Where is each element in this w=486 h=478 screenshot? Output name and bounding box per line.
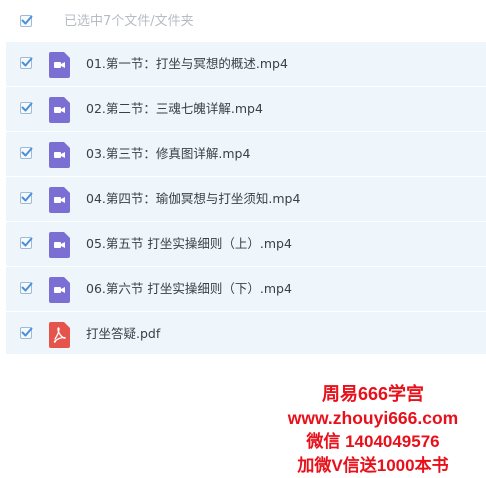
check-icon [21,102,33,112]
check-icon [21,327,33,337]
video-file-icon [49,142,70,168]
file-row[interactable]: 05.第五节 打坐实操细则（上）.mp4 [6,222,486,267]
file-name[interactable]: 02.第二节：三魂七魄详解.mp4 [86,100,263,118]
file-name[interactable]: 打坐答疑.pdf [86,325,160,343]
watermark-line: www.zhouyi666.com [287,408,459,428]
video-file-icon [49,97,70,123]
video-file-icon [49,232,70,258]
check-icon [21,282,33,292]
file-row[interactable]: 06.第六节 打坐实操细则（下）.mp4 [6,267,486,312]
watermark-line: 微信 1404049576 [306,432,440,451]
file-row[interactable]: 02.第二节：三魂七魄详解.mp4 [6,87,486,132]
selection-header: 已选中7个文件/文件夹 [0,0,486,42]
file-name[interactable]: 05.第五节 打坐实操细则（上）.mp4 [86,235,292,253]
check-icon [21,57,33,67]
check-icon [21,237,33,247]
file-checkbox[interactable] [20,327,33,339]
file-row[interactable]: 01.第一节：打坐与冥想的概述.mp4 [6,42,486,87]
file-checkbox[interactable] [20,192,33,204]
video-file-icon [49,277,70,303]
video-file-icon [49,187,70,213]
watermark: 周易666学宫 www.zhouyi666.com 微信 1404049576 … [260,382,486,478]
file-checkbox[interactable] [20,147,33,159]
file-name[interactable]: 01.第一节：打坐与冥想的概述.mp4 [86,55,288,73]
pdf-file-icon [49,322,70,348]
check-icon [21,147,33,157]
file-name[interactable]: 03.第三节：修真图详解.mp4 [86,145,250,163]
file-row[interactable]: 打坐答疑.pdf [6,312,486,357]
file-name[interactable]: 06.第六节 打坐实操细则（下）.mp4 [86,280,292,298]
file-row[interactable]: 04.第四节：瑜伽冥想与打坐须知.mp4 [6,177,486,222]
video-file-icon [49,52,70,78]
file-checkbox[interactable] [20,282,33,294]
select-all-checkbox[interactable] [20,15,33,27]
watermark-line: 加微V信送1000本书 [297,456,449,475]
check-icon [21,15,33,25]
file-checkbox[interactable] [20,102,33,114]
watermark-line: 周易666学宫 [321,384,425,404]
file-name[interactable]: 04.第四节：瑜伽冥想与打坐须知.mp4 [86,190,300,208]
check-icon [21,192,33,202]
selection-count-text: 已选中7个文件/文件夹 [64,14,194,29]
file-checkbox[interactable] [20,237,33,249]
file-checkbox[interactable] [20,57,33,69]
file-row[interactable]: 03.第三节：修真图详解.mp4 [6,132,486,177]
